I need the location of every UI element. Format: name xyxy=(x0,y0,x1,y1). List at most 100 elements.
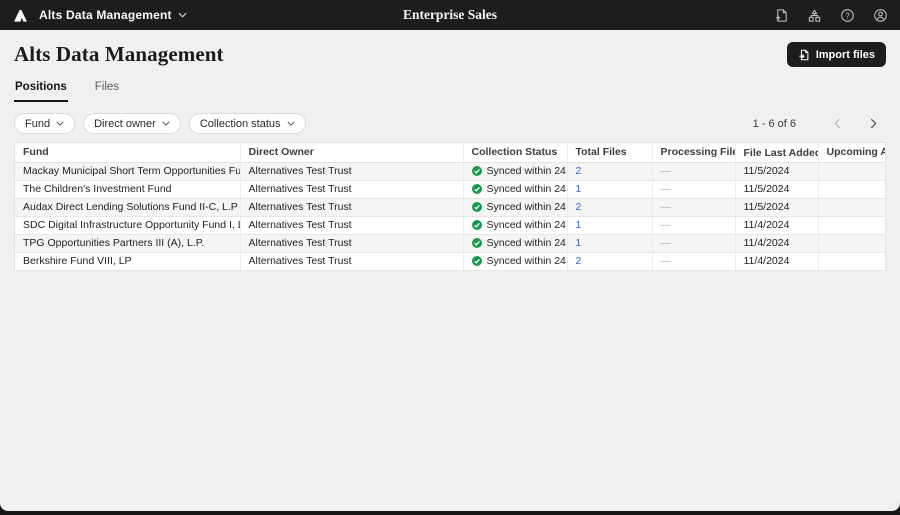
app-switcher[interactable]: Alts Data Management xyxy=(12,7,187,24)
file-last-added: 11/4/2024 xyxy=(744,219,790,231)
column-header-upcoming-activity[interactable]: Upcoming Activity xyxy=(818,143,885,162)
addepar-logo-icon xyxy=(12,7,29,24)
file-last-added: 11/5/2024 xyxy=(744,201,790,213)
upcoming-activity-cell xyxy=(818,198,885,216)
processing-files: — xyxy=(661,237,672,249)
filter-direct-owner[interactable]: Direct owner xyxy=(83,113,181,134)
column-header-processing-files[interactable]: Processing Files xyxy=(652,143,735,162)
fund-cell: Audax Direct Lending Solutions Fund II-C… xyxy=(15,198,240,216)
top-navigation-bar: Alts Data Management Enterprise Sales ? xyxy=(0,0,900,30)
table-row[interactable]: Mackay Municipal Short Term Opportunitie… xyxy=(15,162,885,180)
direct-owner: Alternatives Test Trust xyxy=(249,183,352,195)
processing-files: — xyxy=(661,219,672,231)
synced-status-icon xyxy=(472,202,482,212)
column-header-total-files[interactable]: Total Files xyxy=(567,143,652,162)
collection-status-cell: Synced within 24 hours xyxy=(463,234,567,252)
fund-name: The Children's Investment Fund xyxy=(23,183,172,195)
synced-status-icon xyxy=(472,166,482,176)
column-header-fund[interactable]: Fund xyxy=(15,143,240,162)
total-files-cell: 1 xyxy=(567,234,652,252)
collection-status: Synced within 24 hours xyxy=(487,183,568,195)
column-header-direct-owner[interactable]: Direct Owner xyxy=(240,143,463,162)
processing-files-cell: — xyxy=(652,162,735,180)
help-icon[interactable]: ? xyxy=(839,7,855,23)
direct-owner: Alternatives Test Trust xyxy=(249,165,352,177)
fund-name: TPG Opportunities Partners III (A), L.P. xyxy=(23,237,204,249)
file-last-added: 11/4/2024 xyxy=(744,255,790,267)
upcoming-activity-cell xyxy=(818,252,885,270)
filter-label: Collection status xyxy=(200,118,281,130)
fund-cell: The Children's Investment Fund xyxy=(15,180,240,198)
table-header-row: FundDirect OwnerCollection StatusTotal F… xyxy=(15,143,885,162)
fund-cell: TPG Opportunities Partners III (A), L.P. xyxy=(15,234,240,252)
table-row[interactable]: Audax Direct Lending Solutions Fund II-C… xyxy=(15,198,885,216)
fund-name: Audax Direct Lending Solutions Fund II-C… xyxy=(23,201,238,213)
collection-status: Synced within 24 hours xyxy=(487,165,568,177)
import-files-label: Import files xyxy=(816,49,875,61)
total-files-cell: 2 xyxy=(567,162,652,180)
fund-name: Berkshire Fund VIII, LP xyxy=(23,255,132,267)
filter-collection-status[interactable]: Collection status xyxy=(189,113,306,134)
chevron-down-icon xyxy=(56,121,64,126)
fund-cell: Mackay Municipal Short Term Opportunitie… xyxy=(15,162,240,180)
total-files-link[interactable]: 1 xyxy=(576,219,582,231)
total-files-cell: 1 xyxy=(567,180,652,198)
direct-owner: Alternatives Test Trust xyxy=(249,219,352,231)
synced-status-icon xyxy=(472,184,482,194)
synced-status-icon xyxy=(472,256,482,266)
import-document-icon[interactable] xyxy=(773,7,789,23)
file-last-added-cell: 11/5/2024 xyxy=(735,180,818,198)
collection-status: Synced within 24 hours xyxy=(487,201,568,213)
total-files-cell: 1 xyxy=(567,216,652,234)
upcoming-activity-cell xyxy=(818,162,885,180)
direct-owner: Alternatives Test Trust xyxy=(249,255,352,267)
column-header-file-last-added[interactable]: File Last Added xyxy=(735,143,818,162)
total-files-link[interactable]: 2 xyxy=(576,255,582,267)
chevron-down-icon xyxy=(162,121,170,126)
total-files-link[interactable]: 1 xyxy=(576,237,582,249)
upcoming-activity-cell xyxy=(818,216,885,234)
file-last-added: 11/5/2024 xyxy=(744,165,790,177)
pagination: 1 - 6 of 6 xyxy=(753,114,886,134)
direct-owner-cell: Alternatives Test Trust xyxy=(240,198,463,216)
hierarchy-icon[interactable] xyxy=(806,7,822,23)
next-page-button[interactable] xyxy=(860,114,886,134)
table-row[interactable]: The Children's Investment Fund Alternativ… xyxy=(15,180,885,198)
processing-files: — xyxy=(661,165,672,177)
file-last-added: 11/4/2024 xyxy=(744,237,790,249)
table-row[interactable]: TPG Opportunities Partners III (A), L.P.… xyxy=(15,234,885,252)
processing-files: — xyxy=(661,183,672,195)
account-icon[interactable] xyxy=(872,7,888,23)
chevron-right-icon xyxy=(870,118,877,129)
file-last-added-cell: 11/5/2024 xyxy=(735,198,818,216)
filter-fund[interactable]: Fund xyxy=(14,113,75,134)
synced-status-icon xyxy=(472,220,482,230)
processing-files-cell: — xyxy=(652,234,735,252)
previous-page-button[interactable] xyxy=(824,114,850,134)
filter-label: Direct owner xyxy=(94,118,156,130)
processing-files: — xyxy=(661,201,672,213)
main-content: Alts Data Management Import files Positi… xyxy=(0,30,900,511)
total-files-cell: 2 xyxy=(567,252,652,270)
import-files-button[interactable]: Import files xyxy=(787,42,886,67)
fund-cell: Berkshire Fund VIII, LP xyxy=(15,252,240,270)
total-files-link[interactable]: 2 xyxy=(576,165,582,177)
direct-owner-cell: Alternatives Test Trust xyxy=(240,180,463,198)
tab-positions[interactable]: Positions xyxy=(14,79,68,102)
total-files-link[interactable]: 2 xyxy=(576,201,582,213)
tab-files[interactable]: Files xyxy=(94,79,120,102)
table-row[interactable]: Berkshire Fund VIII, LP Alternatives Test… xyxy=(15,252,885,270)
collection-status-cell: Synced within 24 hours xyxy=(463,180,567,198)
collection-status-cell: Synced within 24 hours xyxy=(463,216,567,234)
collection-status: Synced within 24 hours xyxy=(487,219,568,231)
file-last-added: 11/5/2024 xyxy=(744,183,790,195)
direct-owner-cell: Alternatives Test Trust xyxy=(240,252,463,270)
pagination-label: 1 - 6 of 6 xyxy=(753,118,796,130)
column-header-collection-status[interactable]: Collection Status xyxy=(463,143,567,162)
fund-name: SDC Digital Infrastructure Opportunity F… xyxy=(23,219,240,231)
total-files-link[interactable]: 1 xyxy=(576,183,582,195)
direct-owner: Alternatives Test Trust xyxy=(249,237,352,249)
file-last-added-cell: 11/5/2024 xyxy=(735,162,818,180)
file-last-added-cell: 11/4/2024 xyxy=(735,252,818,270)
table-row[interactable]: SDC Digital Infrastructure Opportunity F… xyxy=(15,216,885,234)
